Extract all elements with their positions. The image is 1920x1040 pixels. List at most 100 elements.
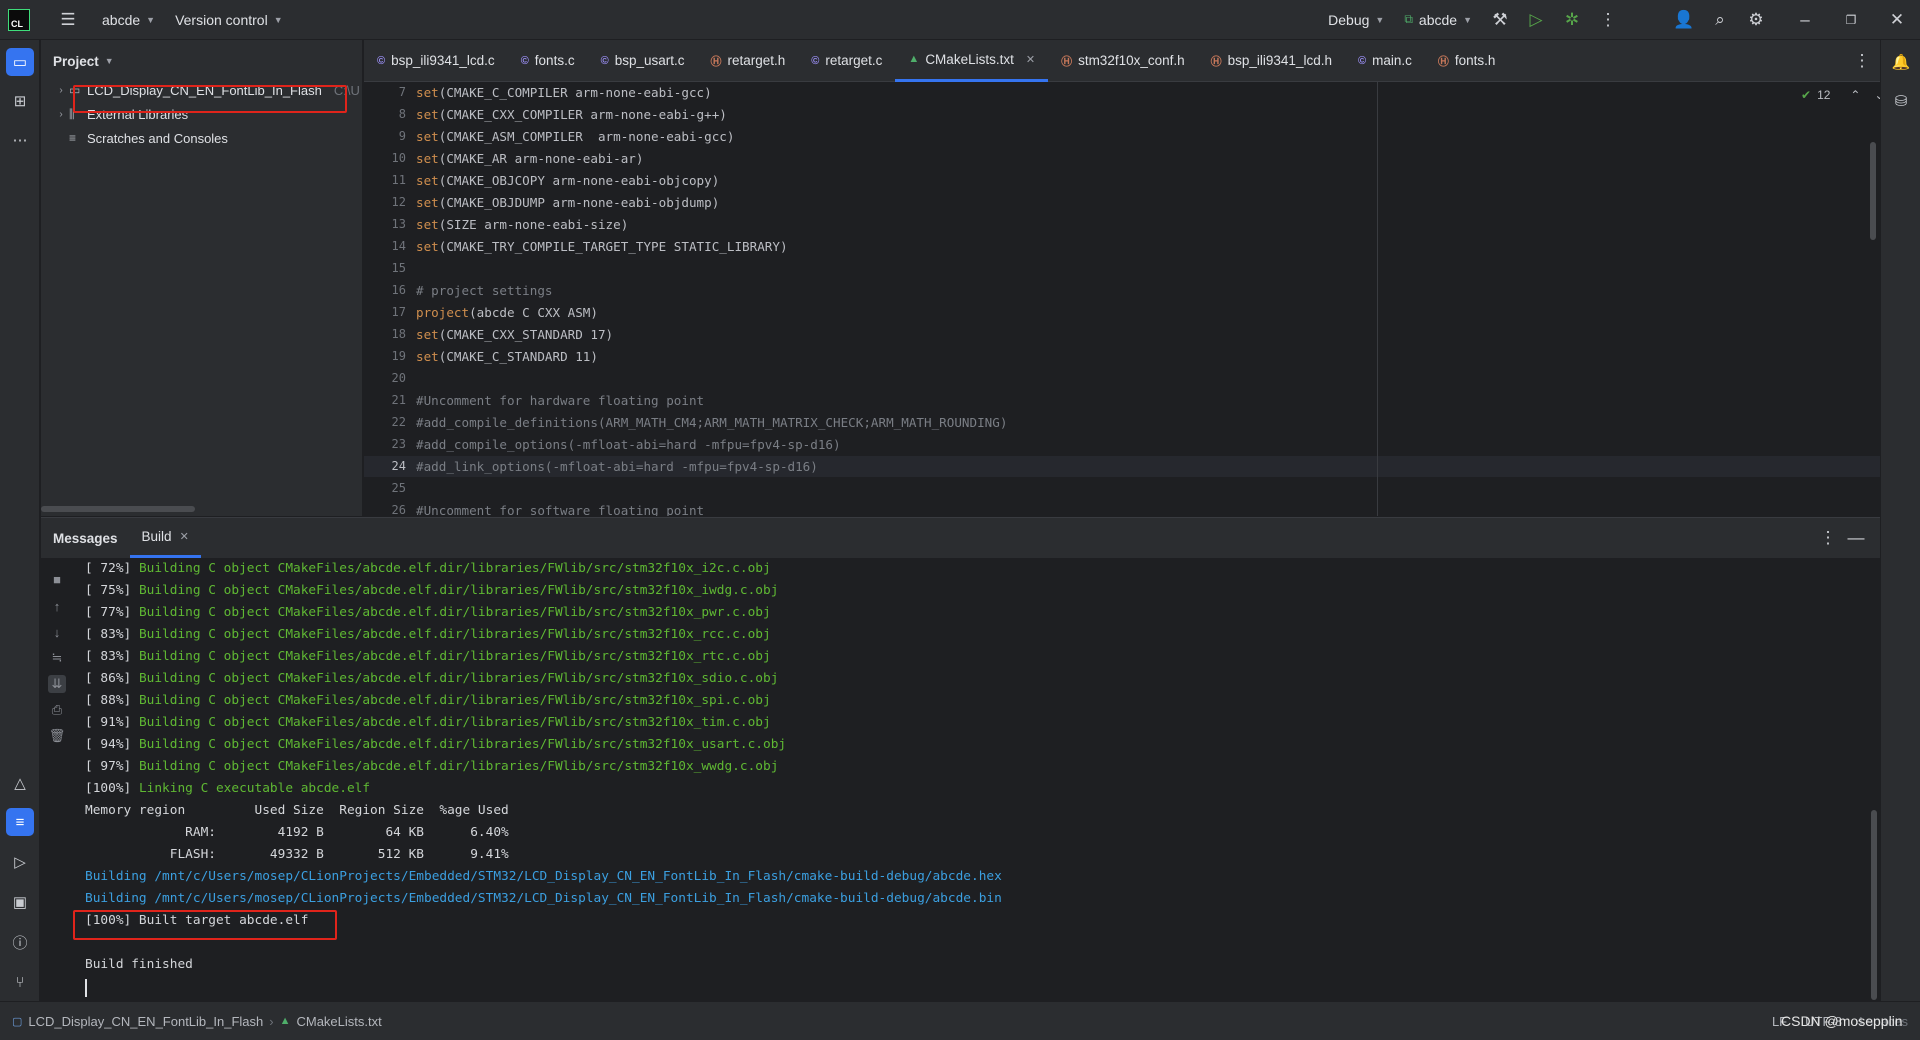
tabs-more-icon[interactable]: ⋮ <box>1844 46 1880 76</box>
code-line[interactable]: set(CMAKE_C_COMPILER arm-none-eabi-gcc) <box>416 85 712 100</box>
code-line[interactable]: set(CMAKE_OBJDUMP arm-none-eabi-objdump) <box>416 195 719 210</box>
line-number[interactable]: 12 <box>366 195 406 209</box>
code-line[interactable]: set(CMAKE_C_STANDARD 11) <box>416 349 598 364</box>
expand-arrow-icon[interactable]: › <box>53 85 69 96</box>
close-window-icon[interactable]: ✕ <box>1874 5 1920 35</box>
line-number[interactable]: 17 <box>366 305 406 319</box>
tab-retarget-c[interactable]: © retarget.c <box>798 40 895 82</box>
console-scrollbar[interactable] <box>1871 810 1877 1000</box>
project-panel-header[interactable]: Project ▼ <box>41 40 362 82</box>
line-number[interactable]: 16 <box>366 283 406 297</box>
line-number[interactable]: 25 <box>366 481 406 495</box>
stop-icon[interactable]: ■ <box>48 570 66 588</box>
print-icon[interactable]: ⎙ <box>48 701 66 719</box>
app-logo-icon[interactable]: CL <box>8 8 30 31</box>
project-folder-icon[interactable]: ▭ <box>6 48 34 76</box>
expand-arrow-icon[interactable]: › <box>53 109 69 120</box>
tab-bsp-usart-c[interactable]: © bsp_usart.c <box>588 40 698 82</box>
code-line[interactable]: # project settings <box>416 283 552 298</box>
git-icon[interactable]: ⑂ <box>6 968 34 996</box>
line-number[interactable]: 15 <box>366 261 406 275</box>
tab-fonts-h[interactable]: Ⓗfonts.h <box>1425 40 1509 82</box>
line-number[interactable]: 8 <box>366 107 406 121</box>
debug-icon[interactable]: ✲ <box>1554 5 1590 35</box>
tab-bsp-ili9341-lcd-h[interactable]: Ⓗbsp_ili9341_lcd.h <box>1198 40 1345 82</box>
line-number[interactable]: 9 <box>366 129 406 143</box>
soft-wrap-icon[interactable]: ≒ <box>48 649 66 667</box>
project-selector[interactable]: abcde ▼ <box>92 5 165 35</box>
terminal-icon[interactable]: ▣ <box>6 888 34 916</box>
code-line[interactable]: project(abcde C CXX ASM) <box>416 305 598 320</box>
tab-cmakelists[interactable]: ▲ CMakeLists.txt ✕ <box>895 40 1049 82</box>
tab-fonts-c[interactable]: © fonts.c <box>508 40 588 82</box>
code-line[interactable]: set(CMAKE_OBJCOPY arm-none-eabi-objcopy) <box>416 173 719 188</box>
line-number[interactable]: 14 <box>366 239 406 253</box>
line-number[interactable]: 22 <box>366 415 406 429</box>
services-icon[interactable]: ▷ <box>6 848 34 876</box>
tree-item-scratches[interactable]: ≡ Scratches and Consoles <box>41 126 362 150</box>
code-line[interactable]: #add_compile_options(-mfloat-abi=hard -m… <box>416 437 841 452</box>
hammer-icon[interactable]: ⚒ <box>1482 5 1518 35</box>
line-number[interactable]: 21 <box>366 393 406 407</box>
code-line[interactable]: #Uncomment for hardware floating point <box>416 393 704 408</box>
tab-main-c[interactable]: © main.c <box>1345 40 1425 82</box>
build-console[interactable]: [ 72%] Building C object CMakeFiles/abcd… <box>85 558 1865 1002</box>
problems-icon[interactable]: ⓘ <box>6 928 34 956</box>
run-config-selector[interactable]: Debug ▼ <box>1318 5 1394 35</box>
close-tab-icon[interactable]: ✕ <box>180 530 189 543</box>
line-number[interactable]: 11 <box>366 173 406 187</box>
notifications-icon[interactable]: 🔔 <box>1887 48 1915 76</box>
structure-icon[interactable]: ⊞ <box>6 87 34 115</box>
database-icon[interactable]: ⛁ <box>1887 87 1915 115</box>
horizontal-scrollbar[interactable] <box>41 506 195 512</box>
search-icon[interactable]: ⌕ <box>1702 5 1738 35</box>
line-number[interactable]: 10 <box>366 151 406 165</box>
code-line[interactable]: set(CMAKE_ASM_COMPILER arm-none-eabi-gcc… <box>416 129 734 144</box>
vcs-selector[interactable]: Version control ▼ <box>165 5 293 35</box>
code-line[interactable]: #add_link_options(-mfloat-abi=hard -mfpu… <box>416 459 818 474</box>
tab-build[interactable]: Build ✕ <box>129 518 201 558</box>
next-highlight-icon[interactable]: ⌄ <box>1874 88 1880 102</box>
code-line[interactable]: #add_compile_definitions(ARM_MATH_CM4;AR… <box>416 415 1007 430</box>
restore-icon[interactable]: ❐ <box>1828 5 1874 35</box>
line-number[interactable]: 13 <box>366 217 406 231</box>
line-number[interactable]: 7 <box>366 85 406 99</box>
line-number[interactable]: 23 <box>366 437 406 451</box>
line-number[interactable]: 20 <box>366 371 406 385</box>
cmake-icon[interactable]: △ <box>6 769 34 797</box>
messages-icon[interactable]: ≡ <box>6 808 34 836</box>
tab-bsp-ili9341-lcd-c[interactable]: © bsp_ili9341_lcd.c <box>364 40 508 82</box>
line-number[interactable]: 19 <box>366 349 406 363</box>
up-arrow-icon[interactable]: ↑ <box>48 597 66 615</box>
add-user-icon[interactable]: 👤 <box>1666 5 1702 35</box>
down-arrow-icon[interactable]: ↓ <box>48 623 66 641</box>
breadcrumb-project[interactable]: LCD_Display_CN_EN_FontLib_In_Flash <box>28 1014 263 1029</box>
code-line[interactable]: #Uncomment for software floating point <box>416 503 704 516</box>
minimize-icon[interactable]: – <box>1782 5 1828 35</box>
line-number[interactable]: 18 <box>366 327 406 341</box>
settings-icon[interactable]: ⚙ <box>1738 5 1774 35</box>
options-more-icon[interactable]: ⋮ <box>1814 523 1842 553</box>
code-line[interactable]: set(CMAKE_CXX_COMPILER arm-none-eabi-g++… <box>416 107 727 122</box>
code-line[interactable]: set(SIZE arm-none-eabi-size) <box>416 217 628 232</box>
code-line[interactable]: set(CMAKE_AR arm-none-eabi-ar) <box>416 151 643 166</box>
main-menu-icon[interactable]: ☰ <box>50 5 86 35</box>
run-icon[interactable]: ▷ <box>1518 5 1554 35</box>
code-line[interactable]: set(CMAKE_CXX_STANDARD 17) <box>416 327 613 342</box>
line-number[interactable]: 26 <box>366 503 406 516</box>
editor-scrollbar[interactable] <box>1870 142 1876 240</box>
target-selector[interactable]: ⧉ abcde ▼ <box>1394 5 1482 35</box>
scroll-to-end-icon[interactable]: ⇊ <box>48 675 66 693</box>
tab-retarget-h[interactable]: Ⓗretarget.h <box>697 40 798 82</box>
code-line[interactable]: set(CMAKE_TRY_COMPILE_TARGET_TYPE STATIC… <box>416 239 788 254</box>
tab-stm32f10x-conf-h[interactable]: Ⓗstm32f10x_conf.h <box>1048 40 1198 82</box>
code-editor[interactable]: 7 8 9 10 11 12 13 14 15 16 17 18 19 20 21 22 23 24 25 26 se… <box>364 82 1880 516</box>
more-tools-icon[interactable]: ⋯ <box>6 126 34 154</box>
prev-highlight-icon[interactable]: ⌃ <box>1850 88 1860 102</box>
hide-panel-icon[interactable]: — <box>1842 523 1870 553</box>
trash-icon[interactable]: 🗑 <box>48 727 66 745</box>
close-tab-icon[interactable]: ✕ <box>1026 53 1035 66</box>
more-icon[interactable]: ⋮ <box>1590 5 1626 35</box>
line-number[interactable]: 24 <box>366 459 406 473</box>
inspection-widget[interactable]: ✔ 12 ⌃ ⌄ <box>1801 88 1880 102</box>
